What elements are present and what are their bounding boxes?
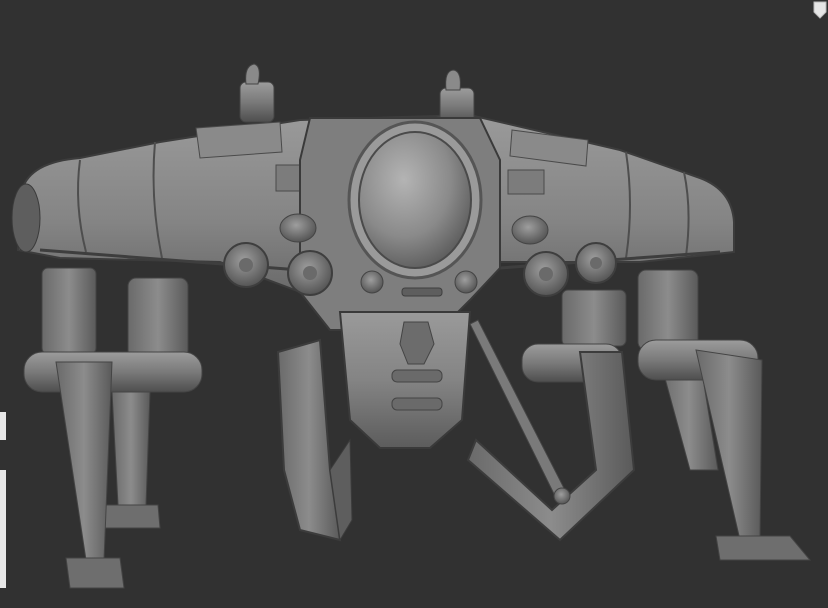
- cockpit-plate: [299, 117, 501, 331]
- view-cube-icon[interactable]: [806, 0, 828, 20]
- back-left-leg: [103, 277, 189, 529]
- lower-chest: [338, 311, 472, 449]
- claw-arm-right: [466, 319, 636, 542]
- exhaust-pipe-right: [439, 69, 475, 125]
- hip-joint-left: [23, 351, 203, 393]
- side-panel-edge-lower: [0, 470, 6, 588]
- dome-window: [358, 131, 472, 269]
- robot-model-render: [11, 63, 812, 589]
- exhaust-pipe-left: [239, 63, 275, 123]
- 3d-viewport[interactable]: [0, 0, 828, 608]
- side-panel-edge: [0, 412, 6, 440]
- claw-arm-left: [276, 338, 353, 542]
